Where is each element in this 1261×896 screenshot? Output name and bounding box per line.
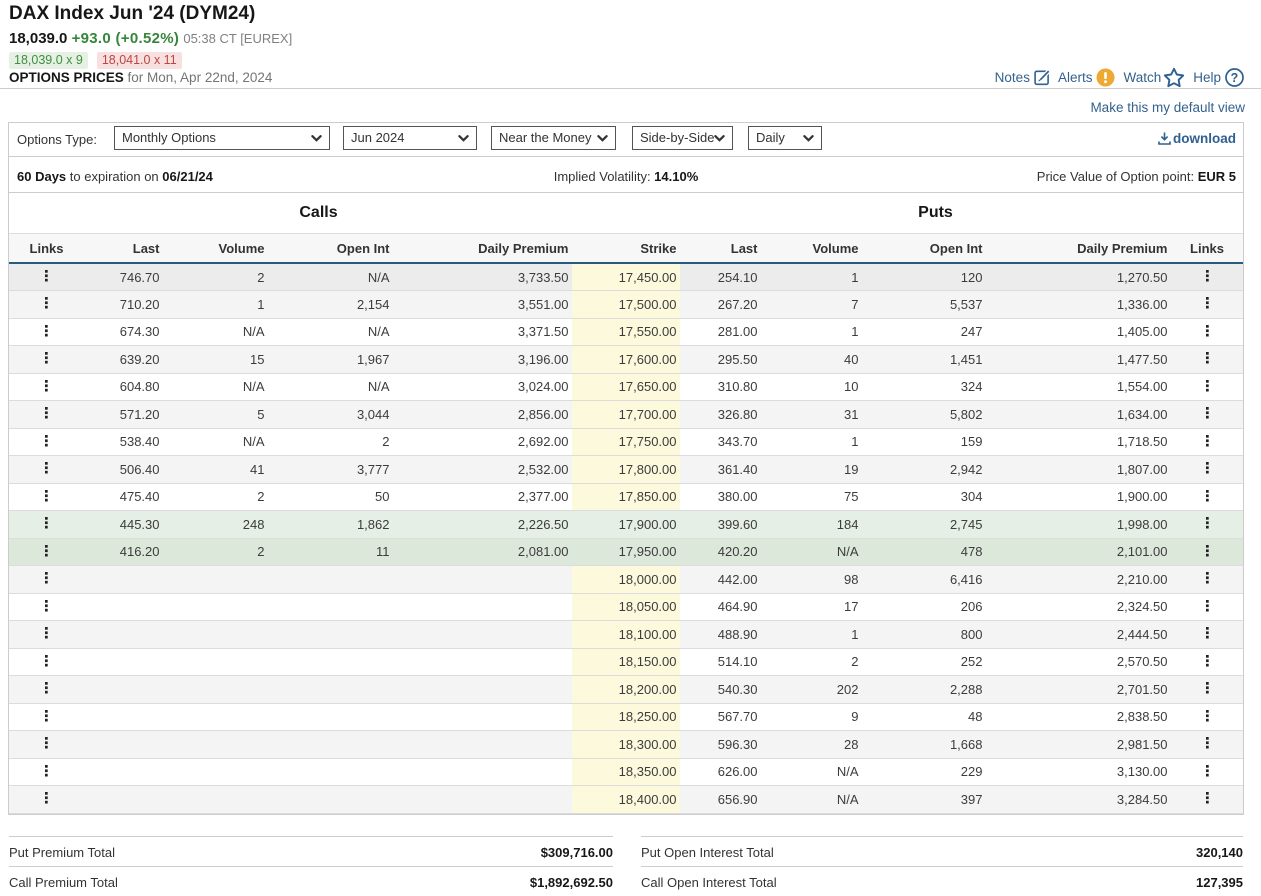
svg-text:?: ?	[1231, 71, 1239, 85]
